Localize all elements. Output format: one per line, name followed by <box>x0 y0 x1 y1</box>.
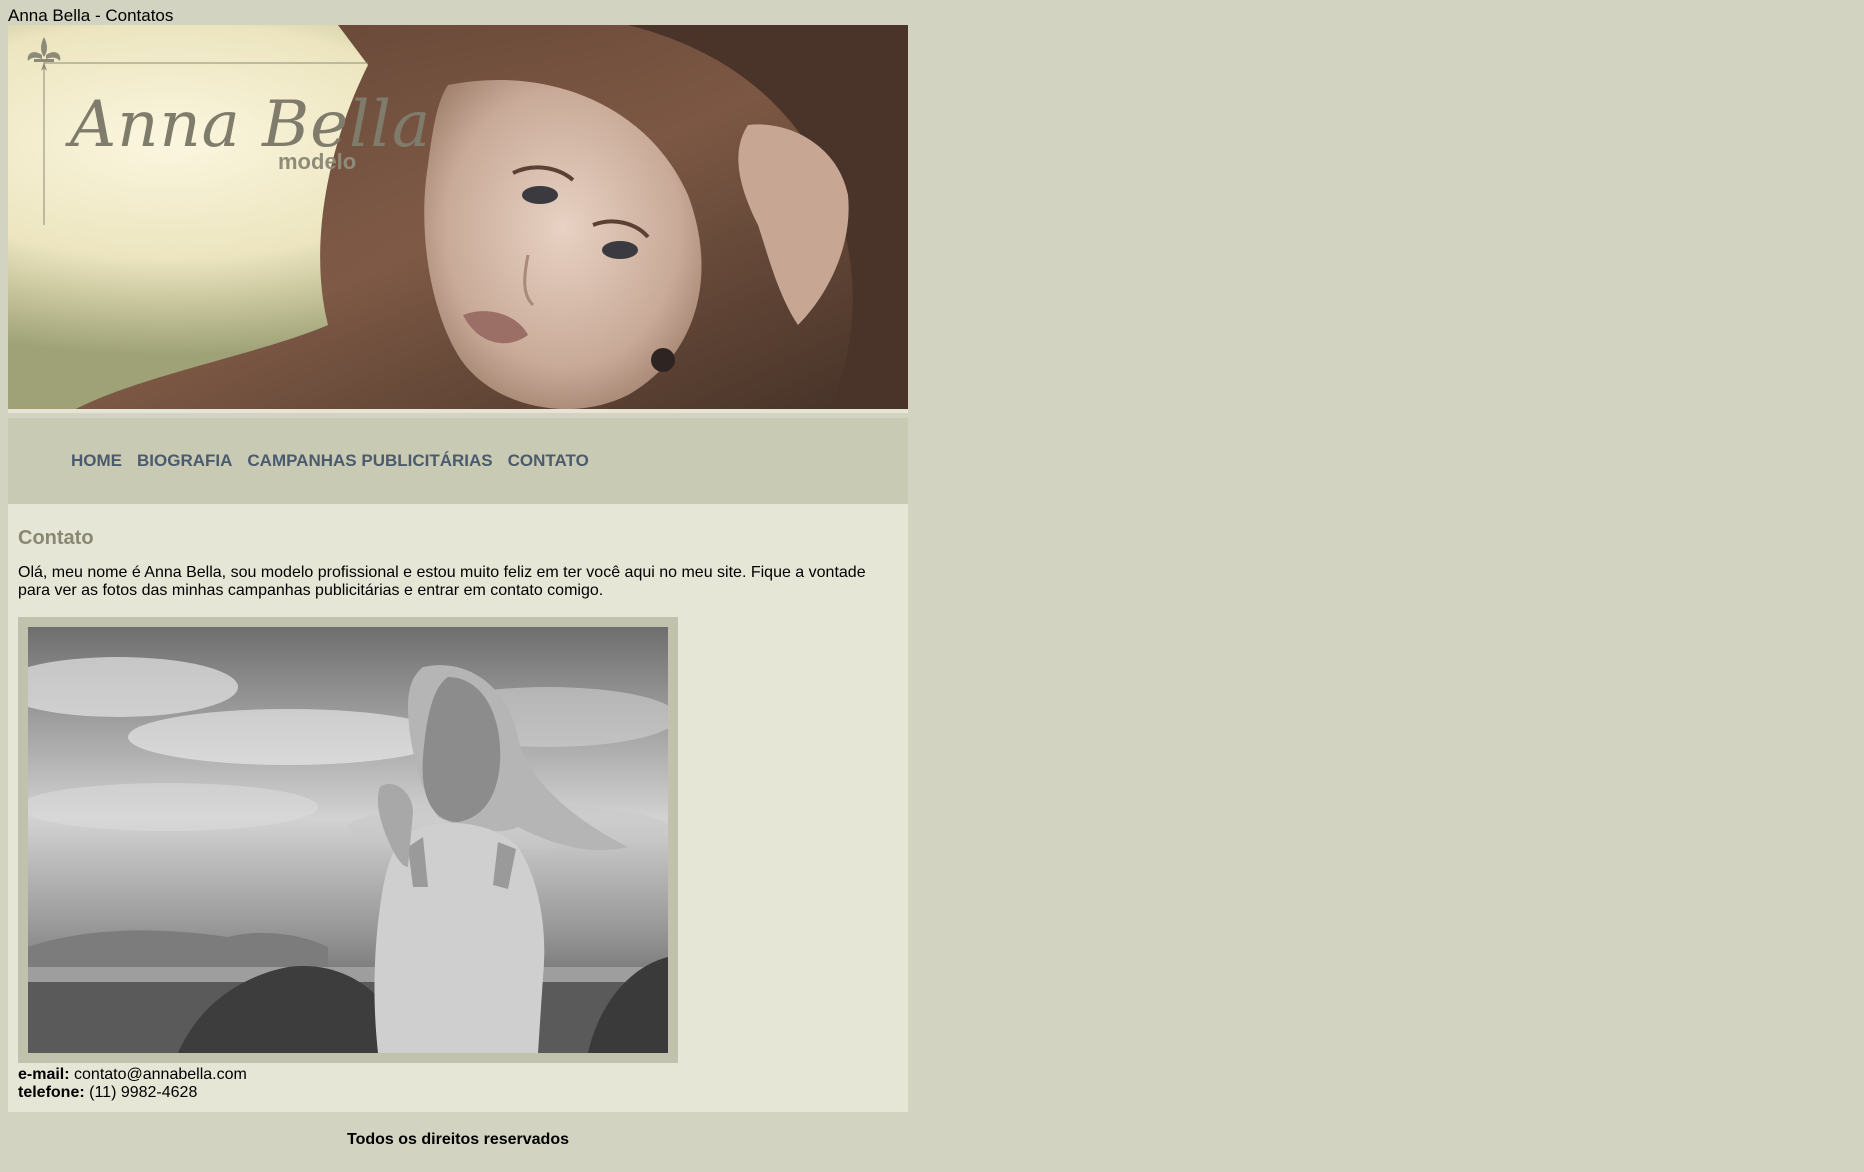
email-value[interactable]: contato@annabella.com <box>74 1066 247 1083</box>
email-row: e-mail: contato@annabella.com <box>18 1066 247 1084</box>
nav-item-contato[interactable]: CONTATO <box>508 451 589 471</box>
main-nav: HOME BIOGRAFIA CAMPANHAS PUBLICITÁRIAS C… <box>8 418 908 504</box>
photo-frame <box>18 617 678 1063</box>
nav-item-biografia[interactable]: BIOGRAFIA <box>137 451 232 471</box>
logo-title: Anna Bella <box>70 88 432 162</box>
phone-value: (11) 9982-4628 <box>89 1084 198 1101</box>
contact-photo <box>28 627 668 1053</box>
phone-row: telefone: (11) 9982-4628 <box>18 1084 247 1102</box>
content-heading: Contato <box>18 527 94 549</box>
fleur-de-lis-icon <box>27 37 61 71</box>
email-label: e-mail: <box>18 1066 70 1083</box>
intro-text: Olá, meu nome é Anna Bella, sou modelo p… <box>18 564 866 599</box>
contact-info: e-mail: contato@annabella.com telefone: … <box>18 1066 247 1102</box>
header-banner: Anna Bella modelo <box>8 25 908 413</box>
logo-subtitle: modelo <box>278 149 357 174</box>
nav-item-campanhas[interactable]: CAMPANHAS PUBLICITÁRIAS <box>247 451 492 471</box>
nav-item-home[interactable]: HOME <box>71 451 122 471</box>
footer-text: Todos os direitos reservados <box>347 1131 569 1148</box>
page-title: Anna Bella - Contatos <box>8 6 174 25</box>
content-panel: Contato Olá, meu nome é Anna Bella, sou … <box>8 504 908 1112</box>
phone-label: telefone: <box>18 1084 85 1101</box>
banner-image <box>8 25 908 413</box>
